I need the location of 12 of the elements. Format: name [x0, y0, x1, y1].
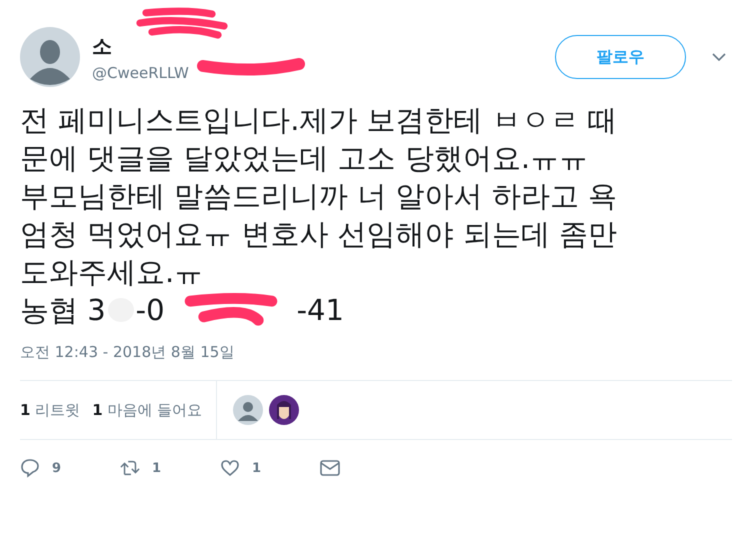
account-number-text: -41 — [296, 292, 344, 329]
action-count: 1 — [152, 460, 162, 476]
tweet-text: 전 페미니스트입니다.제가 보겸한테 ㅂㅇㄹ 때 문에 댓글을 달았었는데 고소 당했어요.ㅠㅠ 부모님한테 말씀드리니까 너 알아서 하라고 욕 엄청 먹었어요ㅠ 변호사 선임해야 되는데 좀만 도와주세요.ㅠ — [20, 102, 618, 291]
timestamp[interactable]: 오전 12:43 - 2018년 8월 15일 — [20, 343, 732, 362]
action-count: 9 — [52, 460, 62, 476]
account-number-text: 농협 3 — [20, 292, 106, 329]
account-number-text: -0 — [136, 292, 165, 329]
action-count: 1 — [252, 460, 262, 476]
stat-link[interactable]: 1 마음에 들어요 — [92, 400, 202, 420]
stat-link[interactable]: 1 리트윗 — [20, 400, 80, 420]
display-name[interactable]: 소 — [92, 32, 189, 60]
user-handle[interactable]: @CweeRLLW — [92, 64, 189, 82]
